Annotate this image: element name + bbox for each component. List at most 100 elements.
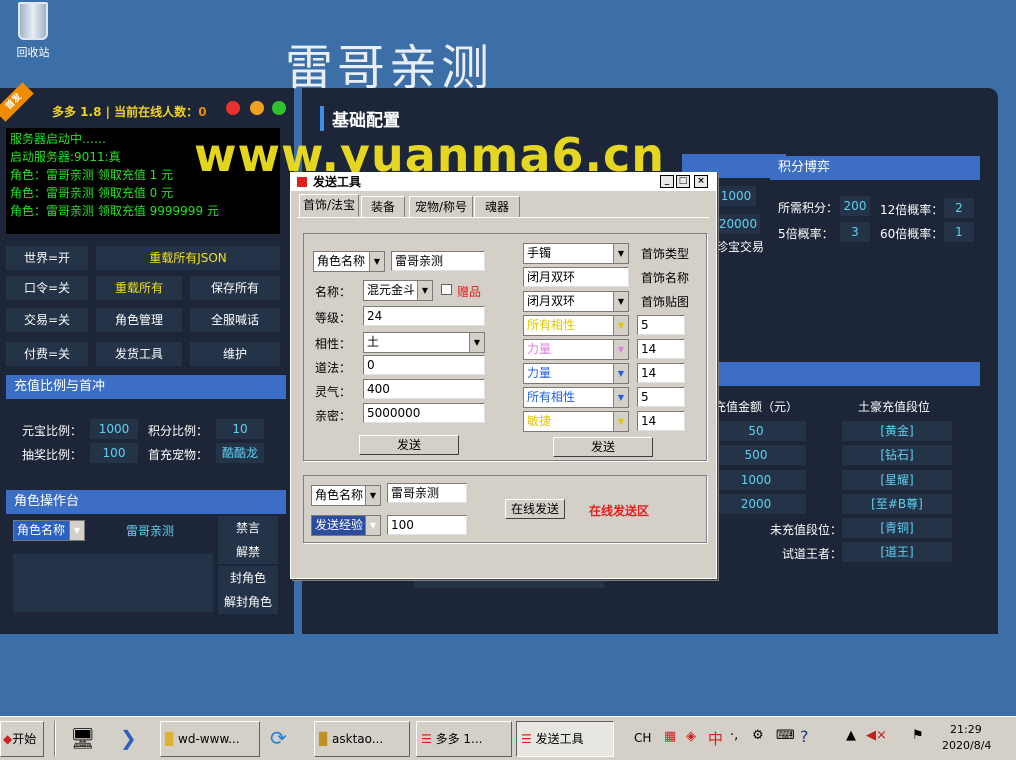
online-send-button[interactable]: 在线发送 (505, 499, 565, 519)
need-points-value[interactable]: 200 (840, 196, 870, 216)
tab-soul[interactable]: 魂器 (474, 196, 520, 217)
amount-cell[interactable]: 1000 (706, 470, 806, 490)
unban-role-button[interactable]: 解封角色 (218, 590, 278, 614)
taskbar-item-wd[interactable]: ▉ wd-www... (160, 721, 260, 757)
minimize-icon[interactable] (250, 101, 264, 115)
lottery-ratio[interactable]: 100 (90, 443, 138, 463)
unban-chat-button[interactable]: 解禁 (218, 540, 278, 564)
partial-value-1[interactable]: 1000 (716, 186, 756, 206)
send-jewelry-button[interactable]: 发送 (359, 435, 459, 455)
rate60-value[interactable]: 1 (944, 222, 974, 242)
server-manager-icon[interactable]: 🖥 (66, 721, 106, 757)
password-toggle-button[interactable]: 口令=关 (6, 276, 88, 300)
attr-value-input[interactable]: 14 (637, 411, 685, 431)
rate12-value[interactable]: 2 (944, 198, 974, 218)
tab-jewelry[interactable]: 首饰/法宝 (299, 194, 359, 217)
save-all-button[interactable]: 保存所有 (190, 276, 280, 300)
role-list-area[interactable] (13, 554, 213, 612)
attr-dropdown[interactable]: 力量 ▼ (523, 363, 629, 384)
send-exp-dropdown[interactable]: 发送经验 ▼ (311, 515, 381, 536)
unrecharged-value[interactable]: [青铜] (842, 518, 952, 538)
attr-value-input[interactable]: 14 (637, 363, 685, 383)
jewelry-type-dropdown[interactable]: 手镯 ▼ (523, 243, 629, 264)
start-button[interactable]: ◆开始 (0, 721, 44, 757)
help-icon[interactable]: ? (800, 727, 809, 746)
attr-value-input[interactable]: 14 (637, 339, 685, 359)
partial-value-2[interactable]: 20000 (716, 214, 760, 234)
clock-date[interactable]: 2020/8/4 (942, 739, 991, 752)
gift-checkbox[interactable] (441, 284, 452, 295)
yuanbao-ratio[interactable]: 1000 (90, 419, 138, 439)
first-pet-value[interactable]: 酷酷龙 (216, 443, 264, 463)
language-indicator[interactable]: CH (634, 731, 651, 745)
dao-input[interactable]: 0 (363, 355, 485, 375)
powershell-icon[interactable]: ❯ (116, 721, 152, 757)
amount-cell[interactable]: 50 (706, 421, 806, 441)
flag-icon[interactable]: ⚑ (912, 728, 924, 743)
points-ratio[interactable]: 10 (216, 419, 264, 439)
exp-amount-input[interactable]: 100 (387, 515, 467, 535)
send-attr-button[interactable]: 发送 (553, 437, 653, 457)
intimacy-input[interactable]: 5000000 (363, 403, 485, 423)
close-icon[interactable]: × (694, 175, 708, 188)
maximize-icon[interactable]: □ (676, 175, 690, 188)
ling-input[interactable]: 400 (363, 379, 485, 399)
close-icon[interactable] (226, 101, 240, 115)
maximize-icon[interactable] (272, 101, 286, 115)
rank-cell[interactable]: [星耀] (842, 470, 952, 490)
ime-mode-icon[interactable]: ◈ (686, 729, 696, 744)
attr-dropdown[interactable]: 力量 ▼ (523, 339, 629, 360)
taskbar-item-asktao[interactable]: ▉ asktao... (314, 721, 410, 757)
clock-time[interactable]: 21:29 (950, 723, 982, 736)
item-name-dropdown[interactable]: 混元金斗 ▼ (363, 280, 433, 301)
attr-dropdown[interactable]: 所有相性 ▼ (523, 387, 629, 408)
exp-role-name-input[interactable]: 雷哥亲测 (387, 483, 467, 503)
role-name-input[interactable]: 雷哥亲测 (391, 251, 485, 271)
role-manage-button[interactable]: 角色管理 (96, 308, 182, 332)
jewelry-tie-dropdown[interactable]: 闭月双环 ▼ (523, 291, 629, 312)
phase-dropdown[interactable]: 土 ▼ (363, 332, 485, 353)
minimize-icon[interactable]: _ (660, 175, 674, 188)
tab-equipment[interactable]: 装备 (361, 196, 405, 217)
amount-cell[interactable]: 2000 (706, 494, 806, 514)
maintain-button[interactable]: 维护 (190, 342, 280, 366)
rank-cell[interactable]: [钻石] (842, 445, 952, 465)
role-select-dropdown[interactable]: 角色名称 ▼ (313, 251, 385, 272)
attr-dropdown[interactable]: 所有相性 ▼ (523, 315, 629, 336)
rank-cell[interactable]: [至#B尊] (842, 494, 952, 514)
taskbar-item-send-tool[interactable]: ☰ 发送工具 (516, 721, 614, 757)
reload-json-button[interactable]: 重载所有JSON (96, 246, 280, 270)
attr-dropdown[interactable]: 敏捷 ▼ (523, 411, 629, 432)
show-hidden-icon[interactable]: ▲ (846, 728, 856, 743)
ban-role-button[interactable]: 封角色 (218, 566, 278, 590)
chevron-down-icon: ▼ (69, 521, 84, 540)
trial-king-value[interactable]: [道王] (842, 542, 952, 562)
send-tool-button[interactable]: 发货工具 (96, 342, 182, 366)
keyboard-icon[interactable]: ⌨ (776, 728, 795, 743)
server-shout-button[interactable]: 全服喊话 (190, 308, 280, 332)
settings-icon[interactable]: ⚙ (752, 728, 764, 743)
attr-value-input[interactable]: 5 (637, 387, 685, 407)
browser-icon[interactable]: ⟳ (266, 721, 308, 757)
ime-icon[interactable]: ▦ (664, 729, 676, 744)
recycle-bin[interactable]: 回收站 (10, 2, 56, 60)
punctuation-icon[interactable]: ·, (730, 728, 738, 743)
rank-cell[interactable]: [黄金] (842, 421, 952, 441)
pay-toggle-button[interactable]: 付费=关 (6, 342, 88, 366)
jewelry-name-input[interactable]: 闭月双环 (523, 267, 629, 287)
ban-chat-button[interactable]: 禁言 (218, 516, 278, 540)
amount-cell[interactable]: 500 (706, 445, 806, 465)
volume-muted-icon[interactable]: ◀× (866, 728, 887, 743)
rate5-value[interactable]: 3 (840, 222, 870, 242)
taskbar-item-duoduo[interactable]: ☰ 多多 1... (416, 721, 512, 757)
role-select-dropdown[interactable]: 角色名称 ▼ (311, 485, 381, 506)
tab-pet-title[interactable]: 宠物/称号 (409, 196, 473, 217)
world-toggle-button[interactable]: 世界=开 (6, 246, 88, 270)
level-input[interactable]: 24 (363, 306, 485, 326)
role-select-dropdown[interactable]: 角色名称 ▼ (13, 520, 85, 541)
ime-chinese[interactable]: 中 (708, 728, 723, 749)
reload-all-button[interactable]: 重载所有 (96, 276, 182, 300)
trade-toggle-button[interactable]: 交易=关 (6, 308, 88, 332)
role-select-value: 角色名称 (17, 523, 66, 537)
attr-value-input[interactable]: 5 (637, 315, 685, 335)
